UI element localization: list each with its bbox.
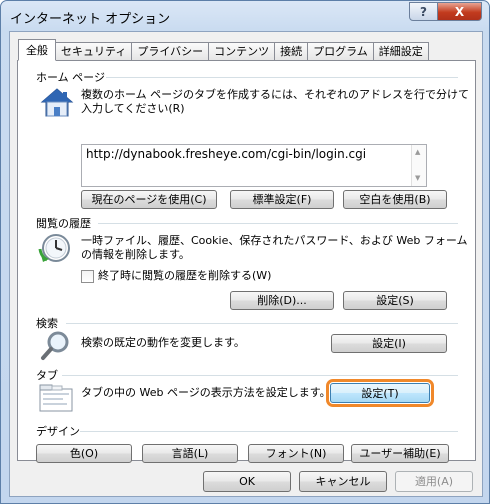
tab-strip: 全般 セキュリティ プライバシー コンテンツ 接続 プログラム 詳細設定 xyxy=(18,39,429,61)
house-icon xyxy=(40,88,74,117)
use-default-button[interactable]: 標準設定(F) xyxy=(230,190,334,209)
search-description: 検索の既定の動作を変更します。 xyxy=(81,336,245,349)
ok-button[interactable]: OK xyxy=(203,471,291,492)
homepage-section-title: ホーム ページ xyxy=(36,71,105,84)
homepage-description-line1: 複数のホーム ページのタブを作成するには、それぞれのアドレスを行で分けて xyxy=(81,88,469,101)
internet-options-window: インターネット オプション ? X 全般 セキュリティ プライバシー コンテンツ… xyxy=(0,0,490,504)
window-title: インターネット オプション xyxy=(10,12,171,27)
homepage-url-input[interactable]: http://dynabook.fresheye.com/cgi-bin/log… xyxy=(81,144,427,187)
tab-connections[interactable]: 接続 xyxy=(275,42,309,61)
history-settings-button[interactable]: 設定(S) xyxy=(343,291,447,310)
accessibility-button[interactable]: ユーザー補助(E) xyxy=(351,444,449,463)
general-tab-panel: ホーム ページ 複数のホーム ページのタブを作成するには、それぞれのアドレスを行… xyxy=(17,60,476,463)
search-settings-button[interactable]: 設定(I) xyxy=(331,334,447,353)
delete-on-exit-label[interactable]: 終了時に閲覧の履歴を削除する(W) xyxy=(98,269,271,283)
history-divider xyxy=(98,223,458,224)
homepage-url-scrollbar[interactable]: ▲ ▼ xyxy=(411,145,426,186)
magnifier-icon xyxy=(41,331,69,360)
delete-on-exit-checkbox[interactable] xyxy=(81,270,94,283)
cancel-button[interactable]: キャンセル xyxy=(299,471,387,492)
tabs-description: タブの中の Web ページの表示方法を設定します。 xyxy=(81,386,331,399)
tabs-divider xyxy=(62,375,458,376)
fonts-button[interactable]: フォント(N) xyxy=(248,444,344,463)
appearance-divider xyxy=(80,431,458,432)
title-bar[interactable]: インターネット オプション ? X xyxy=(1,1,489,31)
history-description-line2: の情報を削除します。 xyxy=(81,248,190,261)
search-divider xyxy=(66,323,458,324)
tabs-settings-button[interactable]: 設定(T) xyxy=(326,379,434,407)
tabs-section-title: タブ xyxy=(36,369,58,382)
homepage-url-text: http://dynabook.fresheye.com/cgi-bin/log… xyxy=(86,147,367,161)
close-button[interactable]: X xyxy=(438,2,482,21)
scroll-down-icon[interactable]: ▼ xyxy=(415,174,420,182)
tab-security[interactable]: セキュリティ xyxy=(56,42,133,61)
tab-privacy[interactable]: プライバシー xyxy=(132,42,210,61)
appearance-section-title: デザイン xyxy=(36,425,80,438)
apply-button[interactable]: 適用(A) xyxy=(395,471,473,492)
tab-advanced[interactable]: 詳細設定 xyxy=(373,42,429,61)
tabbed-window-icon xyxy=(39,384,73,412)
scroll-up-icon[interactable]: ▲ xyxy=(415,148,420,156)
use-blank-button[interactable]: 空白を使用(B) xyxy=(343,190,447,209)
history-section-title: 閲覧の履歴 xyxy=(36,217,91,230)
tab-general[interactable]: 全般 xyxy=(18,39,56,61)
help-button[interactable]: ? xyxy=(409,2,438,21)
languages-button[interactable]: 言語(L) xyxy=(142,444,238,463)
delete-history-button[interactable]: 削除(D)... xyxy=(230,291,334,310)
dialog-client: 全般 セキュリティ プライバシー コンテンツ 接続 プログラム 詳細設定 ホーム… xyxy=(9,31,483,497)
history-clock-icon xyxy=(38,234,70,262)
tab-content[interactable]: コンテンツ xyxy=(209,42,276,61)
history-description-line1: 一時ファイル、履歴、Cookie、保存されたパスワード、および Web フォーム xyxy=(81,234,468,247)
homepage-description-line2: 入力してください(R) xyxy=(81,102,185,115)
homepage-divider xyxy=(106,77,458,78)
use-current-button[interactable]: 現在のページを使用(C) xyxy=(81,190,217,209)
colors-button[interactable]: 色(O) xyxy=(36,444,132,463)
tab-programs[interactable]: プログラム xyxy=(308,42,374,61)
